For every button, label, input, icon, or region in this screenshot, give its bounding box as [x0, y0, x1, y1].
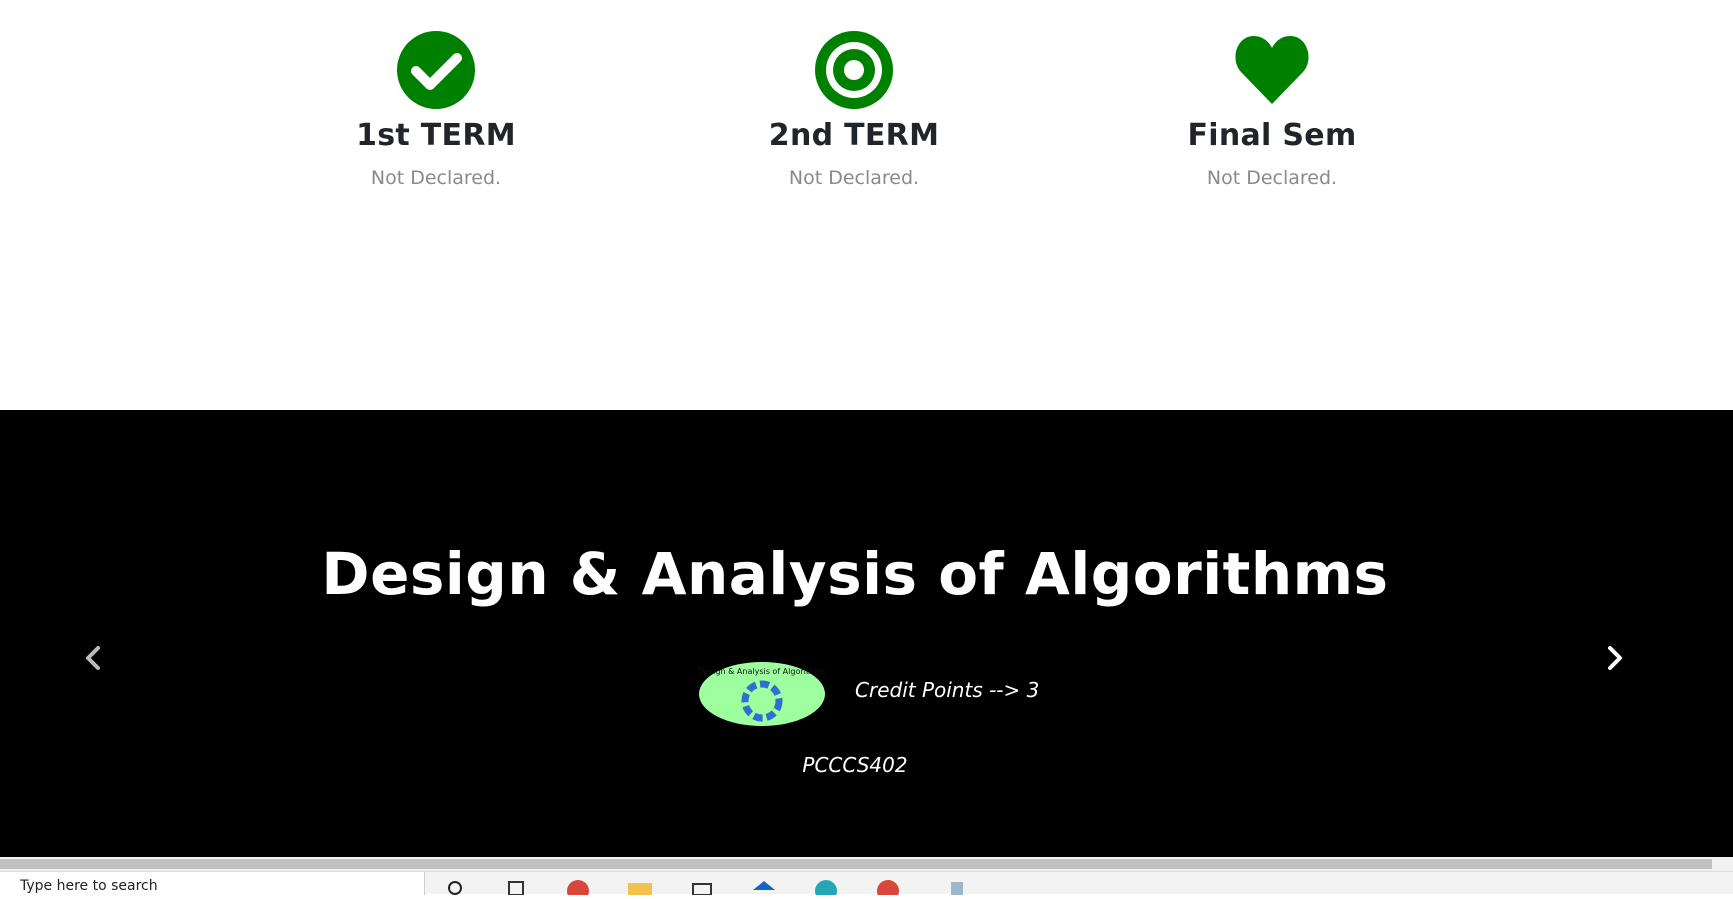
term-results-section: 1st TERM Not Declared. 2nd TERM Not Decl… — [0, 0, 1733, 410]
term-title: 2nd TERM — [768, 118, 940, 153]
term-title: Final Sem — [1187, 118, 1357, 153]
chevron-left-icon[interactable] — [78, 643, 108, 673]
term-card-final: Final Sem Not Declared. — [1122, 30, 1422, 189]
notepad-icon[interactable] — [945, 878, 971, 895]
search-icon[interactable] — [443, 878, 469, 895]
chevron-right-icon[interactable] — [1600, 643, 1630, 673]
browser-icon[interactable] — [565, 878, 591, 899]
term-card-2nd: 2nd TERM Not Declared. — [704, 30, 1004, 189]
task-view-icon[interactable] — [503, 878, 529, 896]
term-status: Not Declared. — [788, 167, 920, 189]
store-icon[interactable] — [689, 878, 715, 896]
horizontal-scrollbar[interactable] — [0, 857, 1733, 871]
subject-thumbnail: Design & Analysis of Algorithms — [698, 662, 826, 726]
edge-icon[interactable] — [813, 878, 839, 899]
term-card-1st: 1st TERM Not Declared. — [286, 30, 586, 189]
subject-code: PCCCS402 — [802, 753, 908, 777]
subject-title: Design & Analysis of Algorithms — [321, 540, 1389, 608]
scrollbar-thumb[interactable] — [0, 859, 1712, 869]
chrome-icon[interactable] — [875, 878, 901, 899]
taskbar-search[interactable]: Type here to search — [0, 872, 425, 895]
folder-icon[interactable] — [627, 878, 653, 895]
term-title: 1st TERM — [356, 118, 516, 153]
heart-icon — [1235, 36, 1309, 104]
target-icon — [815, 31, 893, 109]
mail-icon[interactable] — [751, 878, 777, 895]
term-status: Not Declared. — [1206, 167, 1338, 189]
term-status: Not Declared. — [370, 167, 502, 189]
os-taskbar: Type here to search — [0, 871, 1733, 899]
taskbar-search-placeholder: Type here to search — [20, 878, 158, 894]
thumbnail-caption: Design & Analysis of Algorithms — [698, 667, 826, 676]
check-circle-icon — [397, 31, 475, 109]
credit-points: Credit Points --> 3 — [855, 678, 1040, 702]
subject-carousel: Design & Analysis of Algorithms Design &… — [0, 410, 1733, 857]
